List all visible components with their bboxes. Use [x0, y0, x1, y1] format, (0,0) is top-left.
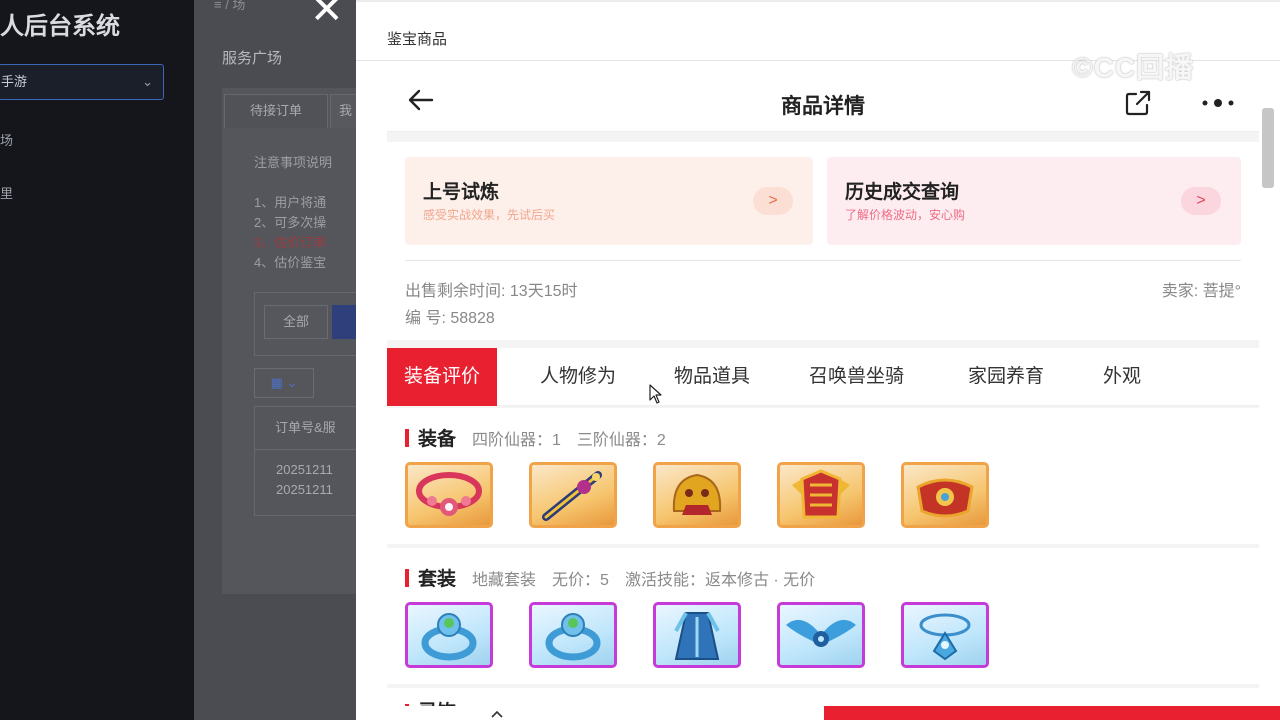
- page-heading: 服务广场: [222, 50, 283, 67]
- set-item-ring[interactable]: [529, 602, 617, 668]
- necklace-icon: [416, 472, 482, 516]
- pendant-icon: [919, 613, 971, 661]
- equipment-item-armor[interactable]: [777, 462, 865, 528]
- section-meta: 地藏套装: [472, 572, 537, 589]
- section-meta: 激活技能：返本修古 · 无价: [624, 572, 816, 589]
- chevron-down-icon: ⌄: [142, 74, 153, 89]
- armor-icon: [792, 469, 850, 519]
- set-item-wings[interactable]: [777, 602, 865, 668]
- equipment-section: 装备 四阶仙器：1 三阶仙器：2: [387, 408, 1259, 544]
- section-header: 装备 四阶仙器：1 三阶仙器：2: [405, 424, 682, 450]
- quick-actions: 上号试炼 感受实战效果，先试后买 > 历史成交查询 了解价格波动，安心购 > 出…: [387, 142, 1259, 340]
- history-subtitle: 了解价格波动，安心购: [845, 208, 966, 222]
- seller-name: 卖家: 菩提°: [1161, 283, 1241, 300]
- section-meta: 四阶仙器：1: [472, 432, 561, 449]
- admin-title: 人后台系统: [0, 13, 120, 40]
- share-icon[interactable]: [1123, 88, 1153, 118]
- close-drawer-icon[interactable]: ✕: [310, 0, 344, 30]
- breadcrumb: ≡ / 场: [214, 0, 246, 12]
- chevron-right-icon: >: [1181, 187, 1221, 215]
- sword-icon: [542, 471, 602, 521]
- trial-title: 上号试炼: [423, 182, 500, 203]
- section-meta: 无价：5: [552, 572, 609, 589]
- tab-pending-orders[interactable]: 待接订单: [224, 94, 328, 128]
- sidebar-item-manage[interactable]: 里: [0, 183, 13, 202]
- ring-icon: [421, 613, 477, 661]
- history-card[interactable]: 历史成交查询 了解价格波动，安心购 >: [827, 157, 1241, 245]
- more-options-icon[interactable]: [1199, 88, 1237, 118]
- equipment-item-belt[interactable]: [901, 462, 989, 528]
- section-marker: [405, 429, 409, 447]
- serial-number: 编 号: 58828: [405, 310, 495, 327]
- chevron-up-icon[interactable]: [491, 710, 503, 718]
- history-title: 历史成交查询: [845, 182, 960, 203]
- table-row[interactable]: 20251211: [276, 482, 333, 497]
- note-line: 1、用户将通: [254, 195, 327, 210]
- section-marker: [405, 569, 409, 587]
- tab-character[interactable]: 人物修为: [540, 348, 616, 406]
- robe-icon: [674, 612, 720, 660]
- set-item-ring[interactable]: [405, 602, 493, 668]
- bottom-bar-left: [387, 706, 824, 720]
- admin-main: ≡ / 场 服务广场 待接订单 我 注意事项说明 1、用户将通 2、可多次操 3…: [194, 0, 364, 720]
- tab-home[interactable]: 家园养育: [968, 348, 1044, 406]
- drawer-title: 鉴宝商品: [387, 31, 448, 48]
- grid-view-button[interactable]: ▦ ⌄: [254, 368, 314, 398]
- equipment-item-necklace[interactable]: [405, 462, 493, 528]
- category-tabs: 装备评价 人物修为 物品道具 召唤兽坐骑 家园养育 外观: [387, 348, 1259, 406]
- table-header: 订单号&服: [254, 406, 364, 450]
- sidebar-item-plaza[interactable]: 场: [0, 130, 13, 149]
- divider: [405, 260, 1241, 261]
- notes-title: 注意事项说明: [254, 155, 333, 170]
- set-item-pendant[interactable]: [901, 602, 989, 668]
- tab-items[interactable]: 物品道具: [674, 348, 750, 406]
- scrollbar-thumb[interactable]: [1262, 108, 1274, 188]
- filter-all-button[interactable]: 全部: [264, 305, 328, 339]
- section-title: 装备: [418, 429, 457, 450]
- remaining-time: 出售剩余时间: 13天15时: [405, 283, 578, 300]
- ring-icon: [545, 613, 601, 661]
- table-row[interactable]: 20251211: [276, 462, 333, 477]
- belt-icon: [916, 478, 974, 518]
- trial-subtitle: 感受实战效果，先试后买: [423, 208, 556, 222]
- grid-icon: ▦ ⌄: [270, 375, 298, 390]
- set-section: 套装 地藏套装 无价：5 激活技能：返本修古 · 无价: [387, 548, 1259, 684]
- tab-pets-mounts[interactable]: 召唤兽坐骑: [809, 348, 904, 406]
- equipment-item-helmet[interactable]: [653, 462, 741, 528]
- admin-sidebar: 人后台系统 手游 ⌄ 场 里: [0, 0, 194, 720]
- tab-appearance[interactable]: 外观: [1103, 348, 1141, 406]
- section-meta: 三阶仙器：2: [576, 432, 666, 449]
- trial-card[interactable]: 上号试炼 感受实战效果，先试后买 >: [405, 157, 813, 245]
- game-select-value: 手游: [1, 74, 28, 89]
- set-item-robe[interactable]: [653, 602, 741, 668]
- note-line: 3、估价订单: [254, 235, 327, 250]
- equipment-item-sword[interactable]: [529, 462, 617, 528]
- buy-button[interactable]: [824, 706, 1280, 720]
- helmet-icon: [672, 473, 722, 515]
- section-header: 套装 地藏套装 无价：5 激活技能：返本修古 · 无价: [405, 564, 831, 590]
- appraisal-drawer: 鉴宝商品 商品详情 上号试炼 感受实战效果，先试后买 > 历史成交查询 了解价格…: [356, 0, 1280, 720]
- note-line: 4、估价鉴宝: [254, 255, 327, 270]
- game-select[interactable]: 手游 ⌄: [0, 64, 164, 100]
- product-detail-view: 商品详情 上号试炼 感受实战效果，先试后买 > 历史成交查询 了解价格波动，安心…: [387, 70, 1259, 720]
- note-line: 2、可多次操: [254, 215, 327, 230]
- wings-icon: [786, 619, 856, 647]
- watermark-logo: ©CC回播: [1072, 52, 1195, 83]
- mouse-cursor-icon: [649, 384, 662, 404]
- tab-equipment-rating[interactable]: 装备评价: [387, 348, 498, 406]
- spacer: [387, 132, 1259, 142]
- chevron-right-icon: >: [753, 187, 793, 215]
- section-title: 套装: [418, 569, 457, 590]
